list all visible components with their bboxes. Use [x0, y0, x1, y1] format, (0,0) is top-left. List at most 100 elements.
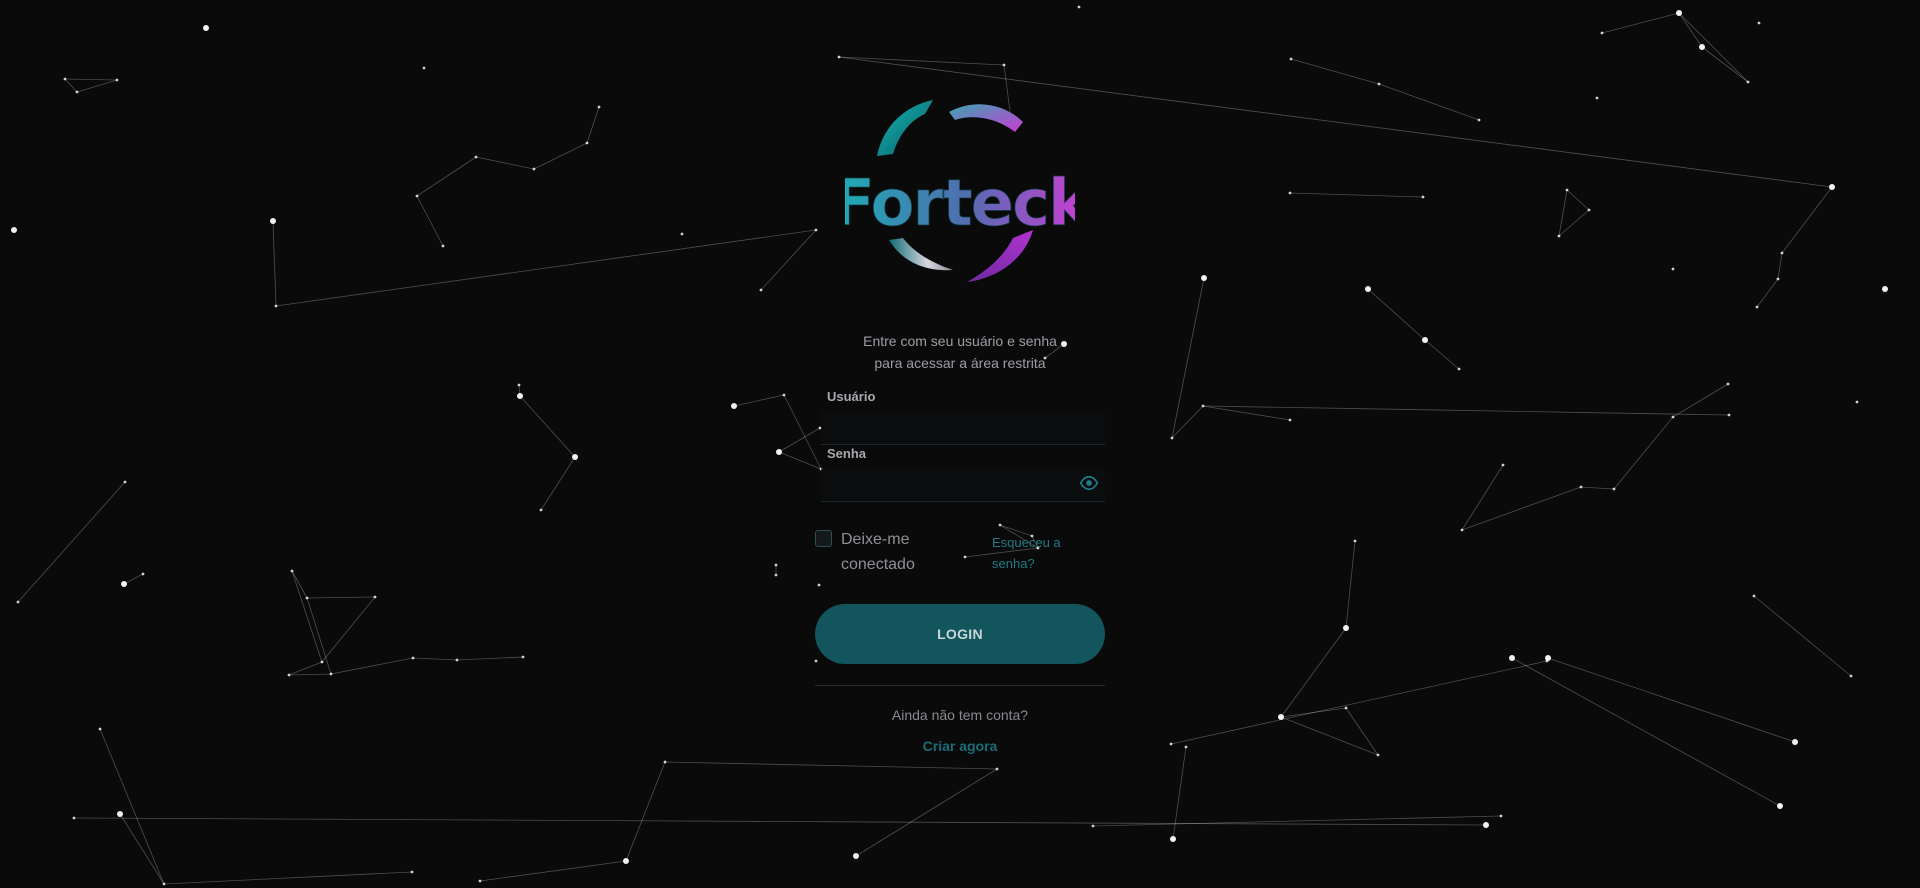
- constellation-line: [1566, 189, 1590, 211]
- constellation-line: [330, 657, 414, 675]
- brand-wordmark: Forteck: [845, 167, 1075, 241]
- remember-me-label: Deixe-me conectado: [841, 531, 915, 573]
- constellation-line: [1777, 252, 1783, 280]
- star-particle: [63, 77, 67, 81]
- constellation-line: [1558, 189, 1568, 237]
- star-particle: [1676, 10, 1682, 16]
- constellation-line: [533, 142, 588, 170]
- star-particle: [422, 66, 426, 70]
- star-particle: [853, 853, 859, 859]
- star-particle: [1699, 44, 1705, 50]
- star-particle: [1201, 275, 1207, 281]
- constellation-line: [412, 657, 458, 661]
- star-particle: [1499, 814, 1503, 818]
- constellation-line: [288, 661, 323, 676]
- constellation-line: [540, 456, 576, 511]
- star-particle: [1343, 625, 1349, 631]
- star-particle: [663, 760, 667, 764]
- star-particle: [1727, 413, 1731, 417]
- star-particle: [305, 596, 309, 600]
- constellation-line: [17, 481, 126, 603]
- remember-me-toggle[interactable]: Deixe-me conectado: [815, 530, 985, 582]
- star-particle: [521, 655, 525, 659]
- constellation-line: [1601, 12, 1680, 34]
- login-button[interactable]: LOGIN: [815, 604, 1105, 664]
- no-account-text: Ainda não tem conta?: [891, 707, 1029, 723]
- star-particle: [1780, 251, 1784, 255]
- star-particle: [517, 383, 521, 387]
- star-particle: [1483, 822, 1489, 828]
- star-particle: [1077, 5, 1081, 9]
- constellation-line: [1781, 186, 1833, 254]
- constellation-line: [1171, 405, 1204, 439]
- constellation-line: [123, 573, 144, 585]
- constellation-line: [1290, 58, 1380, 85]
- password-field-wrapper: [821, 467, 1105, 502]
- constellation-line: [733, 394, 785, 407]
- star-particle: [290, 569, 294, 573]
- star-particle: [1353, 539, 1357, 543]
- star-particle: [1278, 714, 1284, 720]
- constellation-line: [1580, 486, 1615, 490]
- constellation-line: [416, 156, 477, 197]
- star-particle: [121, 581, 127, 587]
- star-particle: [75, 90, 79, 94]
- eye-icon[interactable]: [1079, 473, 1099, 493]
- star-particle: [117, 811, 123, 817]
- star-particle: [287, 673, 291, 677]
- star-particle: [782, 393, 786, 397]
- constellation-line: [1753, 595, 1852, 677]
- star-particle: [1169, 742, 1173, 746]
- constellation-line: [1461, 486, 1582, 531]
- create-account-link[interactable]: Criar agora: [815, 738, 1105, 754]
- star-particle: [1091, 824, 1095, 828]
- star-particle: [98, 727, 102, 731]
- constellation-line: [416, 195, 444, 247]
- constellation-line: [119, 813, 165, 885]
- remember-me-checkbox[interactable]: [815, 530, 832, 547]
- star-particle: [1612, 487, 1616, 491]
- star-particle: [759, 288, 763, 292]
- star-particle: [411, 656, 415, 660]
- star-particle: [1457, 367, 1461, 371]
- divider: [815, 685, 1105, 686]
- star-particle: [1377, 82, 1381, 86]
- star-particle: [441, 244, 445, 248]
- login-subtitle: Entre com seu usuário e senha para acess…: [815, 330, 1105, 374]
- star-particle: [1288, 191, 1292, 195]
- forgot-password-link[interactable]: Esqueceu a senha?: [992, 532, 1082, 574]
- subtitle-line-1: Entre com seu usuário e senha: [863, 333, 1057, 349]
- constellation-line: [64, 78, 78, 93]
- password-input[interactable]: [821, 467, 1077, 497]
- star-particle: [1545, 659, 1549, 663]
- constellation-line: [272, 220, 277, 307]
- constellation-line: [321, 596, 376, 663]
- star-particle: [203, 25, 209, 31]
- star-particle: [837, 55, 841, 59]
- constellation-line: [1170, 660, 1548, 745]
- star-particle: [1849, 674, 1853, 678]
- star-particle: [517, 393, 523, 399]
- star-particle: [1002, 63, 1006, 67]
- constellation-line: [1289, 192, 1424, 198]
- star-particle: [1422, 337, 1428, 343]
- star-particle: [731, 403, 737, 409]
- star-particle: [1557, 234, 1561, 238]
- constellation-line: [760, 229, 817, 291]
- subtitle-line-2: para acessar a área restrita: [874, 355, 1046, 371]
- username-input[interactable]: [821, 410, 1077, 440]
- star-particle: [373, 595, 377, 599]
- constellation-line: [76, 79, 118, 93]
- constellation-line: [1678, 12, 1703, 48]
- star-particle: [1201, 404, 1205, 408]
- constellation-line: [1461, 464, 1504, 531]
- star-particle: [270, 218, 276, 224]
- star-particle: [1882, 286, 1888, 292]
- username-label: Usuário: [827, 389, 876, 404]
- star-particle: [1755, 305, 1759, 309]
- star-particle: [1746, 80, 1750, 84]
- star-particle: [455, 658, 459, 662]
- constellation-line: [1345, 707, 1379, 756]
- star-particle: [162, 882, 166, 886]
- star-particle: [1565, 188, 1569, 192]
